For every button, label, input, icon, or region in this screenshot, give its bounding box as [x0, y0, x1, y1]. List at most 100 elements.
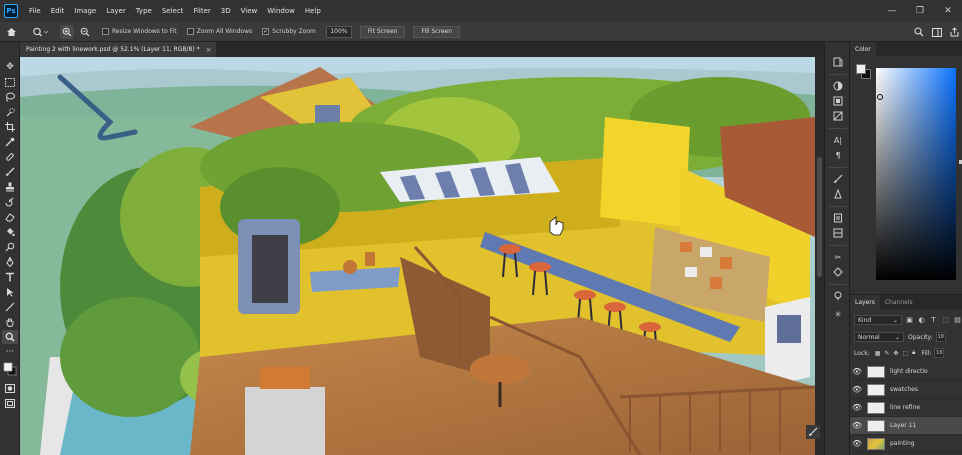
fill-screen-button[interactable]: Fill Screen — [413, 25, 461, 38]
marquee-tool-icon[interactable] — [2, 75, 18, 89]
more-tools-icon[interactable]: ··· — [2, 345, 18, 359]
document-tab[interactable]: Painting 2 with linework.psd @ 52.1% (La… — [20, 42, 216, 57]
actions-panel-icon[interactable]: ✳ — [830, 308, 846, 320]
checkbox-icon[interactable] — [186, 28, 194, 35]
lasso-tool-icon[interactable] — [2, 90, 18, 104]
restore-icon[interactable]: ❐ — [906, 0, 934, 22]
layer-row[interactable]: 👁︎ line refine — [850, 399, 962, 417]
color-picker-handle[interactable] — [877, 94, 883, 100]
info-panel-icon[interactable] — [830, 227, 846, 239]
adjustments-panel-icon[interactable] — [830, 80, 846, 92]
checkmark-icon[interactable]: ✓ — [262, 28, 270, 35]
lock-image-icon[interactable]: ✎ — [884, 350, 889, 357]
checkbox-icon[interactable] — [102, 28, 109, 35]
lock-all-icon[interactable]: 🔒︎ — [912, 349, 915, 357]
lock-position-icon[interactable]: ✥ — [893, 350, 898, 357]
layer-row-selected[interactable]: 👁︎ Layer 11 — [850, 417, 962, 435]
move-tool-icon[interactable]: ✥ — [2, 60, 18, 74]
zoom-tool-icon[interactable] — [2, 330, 18, 344]
eyedropper-tool-icon[interactable] — [2, 135, 18, 149]
hand-tool-icon[interactable] — [2, 315, 18, 329]
opacity-input[interactable]: 10 — [935, 332, 946, 342]
type-tool-icon[interactable] — [2, 270, 18, 284]
stamp-tool-icon[interactable] — [2, 180, 18, 194]
canvas-vertical-scrollbar[interactable] — [815, 57, 824, 455]
tab-color[interactable]: Color — [850, 42, 876, 56]
share-icon[interactable] — [946, 27, 962, 37]
navigator-icon[interactable] — [830, 266, 846, 278]
menu-image[interactable]: Image — [69, 7, 101, 15]
color-field[interactable] — [876, 68, 956, 280]
menu-window[interactable]: Window — [262, 7, 300, 15]
properties-panel-icon[interactable] — [830, 212, 846, 224]
menu-help[interactable]: Help — [300, 7, 326, 15]
lock-artboard-icon[interactable]: ⬚ — [902, 350, 908, 357]
home-icon[interactable] — [0, 27, 22, 37]
kind-filter-dropdown[interactable]: Kind ⌄ — [854, 315, 902, 325]
eraser-tool-icon[interactable] — [2, 210, 18, 224]
paint-bucket-tool-icon[interactable] — [2, 225, 18, 239]
line-tool-icon[interactable] — [2, 300, 18, 314]
menu-filter[interactable]: Filter — [188, 7, 215, 15]
minimize-icon[interactable]: — — [878, 0, 906, 22]
styles-panel-icon[interactable] — [830, 110, 846, 122]
menu-edit[interactable]: Edit — [46, 7, 70, 15]
foreground-color-swatch[interactable] — [856, 64, 866, 74]
tab-layers[interactable]: Layers — [850, 295, 880, 309]
close-tab-icon[interactable]: × — [206, 46, 212, 54]
canvas-brush-icon[interactable] — [806, 425, 820, 439]
visibility-eye-icon[interactable]: 👁︎ — [850, 385, 864, 394]
learn-panel-icon[interactable] — [830, 290, 846, 302]
tab-channels[interactable]: Channels — [880, 295, 918, 309]
character-panel-icon[interactable]: A| — [830, 134, 846, 146]
layer-row[interactable]: 👁︎ light directio — [850, 363, 962, 381]
adjustment-filter-icon[interactable]: ◐ — [917, 316, 926, 325]
close-window-icon[interactable]: ✕ — [934, 0, 962, 22]
path-selection-tool-icon[interactable] — [2, 285, 18, 299]
menu-layer[interactable]: Layer — [101, 7, 131, 15]
libraries-panel-icon[interactable] — [830, 95, 846, 107]
dodge-tool-icon[interactable] — [2, 240, 18, 254]
color-swatches-icon[interactable] — [2, 360, 18, 378]
screen-mode-icon[interactable] — [2, 396, 18, 410]
zoom-percent-button[interactable]: 100% — [325, 25, 352, 38]
layer-row[interactable]: 👁︎ swatches — [850, 381, 962, 399]
zoom-in-icon[interactable] — [60, 24, 74, 39]
workspace-icon[interactable] — [928, 27, 946, 37]
fill-input[interactable]: 10 — [934, 348, 945, 358]
menu-3d[interactable]: 3D — [216, 7, 236, 15]
quick-mask-icon[interactable] — [2, 381, 18, 395]
zoom-out-icon[interactable] — [78, 27, 92, 37]
visibility-eye-icon[interactable]: 👁︎ — [850, 421, 864, 430]
lock-transparent-icon[interactable]: ▦ — [875, 350, 881, 357]
zoom-tool-icon[interactable] — [26, 27, 54, 37]
history-brush-tool-icon[interactable] — [2, 195, 18, 209]
search-icon[interactable] — [910, 27, 928, 37]
fit-screen-button[interactable]: Fit Screen — [359, 25, 406, 38]
visibility-eye-icon[interactable]: 👁︎ — [850, 403, 864, 412]
type-filter-icon[interactable]: T — [929, 316, 938, 325]
layer-row[interactable]: 👁︎ painting — [850, 435, 962, 453]
menu-view[interactable]: View — [236, 7, 263, 15]
smart-object-filter-icon[interactable]: ▤ — [953, 316, 962, 325]
brushes-panel-icon[interactable] — [830, 188, 846, 200]
tool-presets-icon[interactable]: ✂ — [830, 251, 846, 263]
zoom-all-windows-checkbox[interactable]: Zoom All Windows — [186, 28, 252, 35]
history-panel-icon[interactable] — [830, 56, 846, 68]
visibility-eye-icon[interactable]: 👁︎ — [850, 439, 864, 448]
brush-tool-icon[interactable] — [2, 165, 18, 179]
menu-type[interactable]: Type — [131, 7, 157, 15]
healing-brush-tool-icon[interactable] — [2, 150, 18, 164]
quick-selection-tool-icon[interactable] — [2, 105, 18, 119]
visibility-eye-icon[interactable]: 👁︎ — [850, 367, 864, 376]
scrubby-zoom-checkbox[interactable]: ✓ Scrubby Zoom — [262, 28, 316, 35]
blend-mode-dropdown[interactable]: Normal ⌄ — [854, 332, 904, 342]
canvas[interactable] — [20, 57, 815, 455]
brush-settings-icon[interactable] — [830, 173, 846, 185]
resize-windows-checkbox[interactable]: Resize Windows to Fit — [102, 28, 177, 35]
crop-tool-icon[interactable] — [2, 120, 18, 134]
scrollbar-thumb[interactable] — [817, 157, 822, 277]
shape-filter-icon[interactable]: ⬚ — [941, 316, 950, 325]
menu-select[interactable]: Select — [157, 7, 189, 15]
pixel-filter-icon[interactable]: ▣ — [905, 316, 914, 325]
